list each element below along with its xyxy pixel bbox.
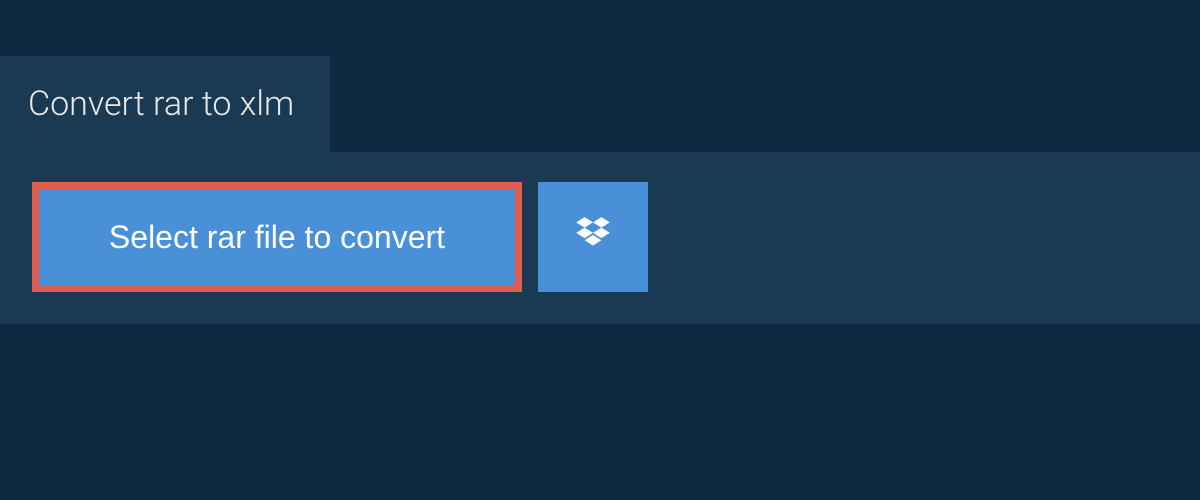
- controls-panel: Select rar file to convert: [0, 152, 1200, 324]
- page-title: Convert rar to xlm: [28, 84, 294, 124]
- dropbox-button[interactable]: [538, 182, 648, 292]
- select-file-button[interactable]: Select rar file to convert: [32, 182, 522, 292]
- select-file-label: Select rar file to convert: [109, 219, 445, 256]
- tab-header: Convert rar to xlm: [0, 56, 330, 152]
- dropbox-icon: [572, 215, 614, 260]
